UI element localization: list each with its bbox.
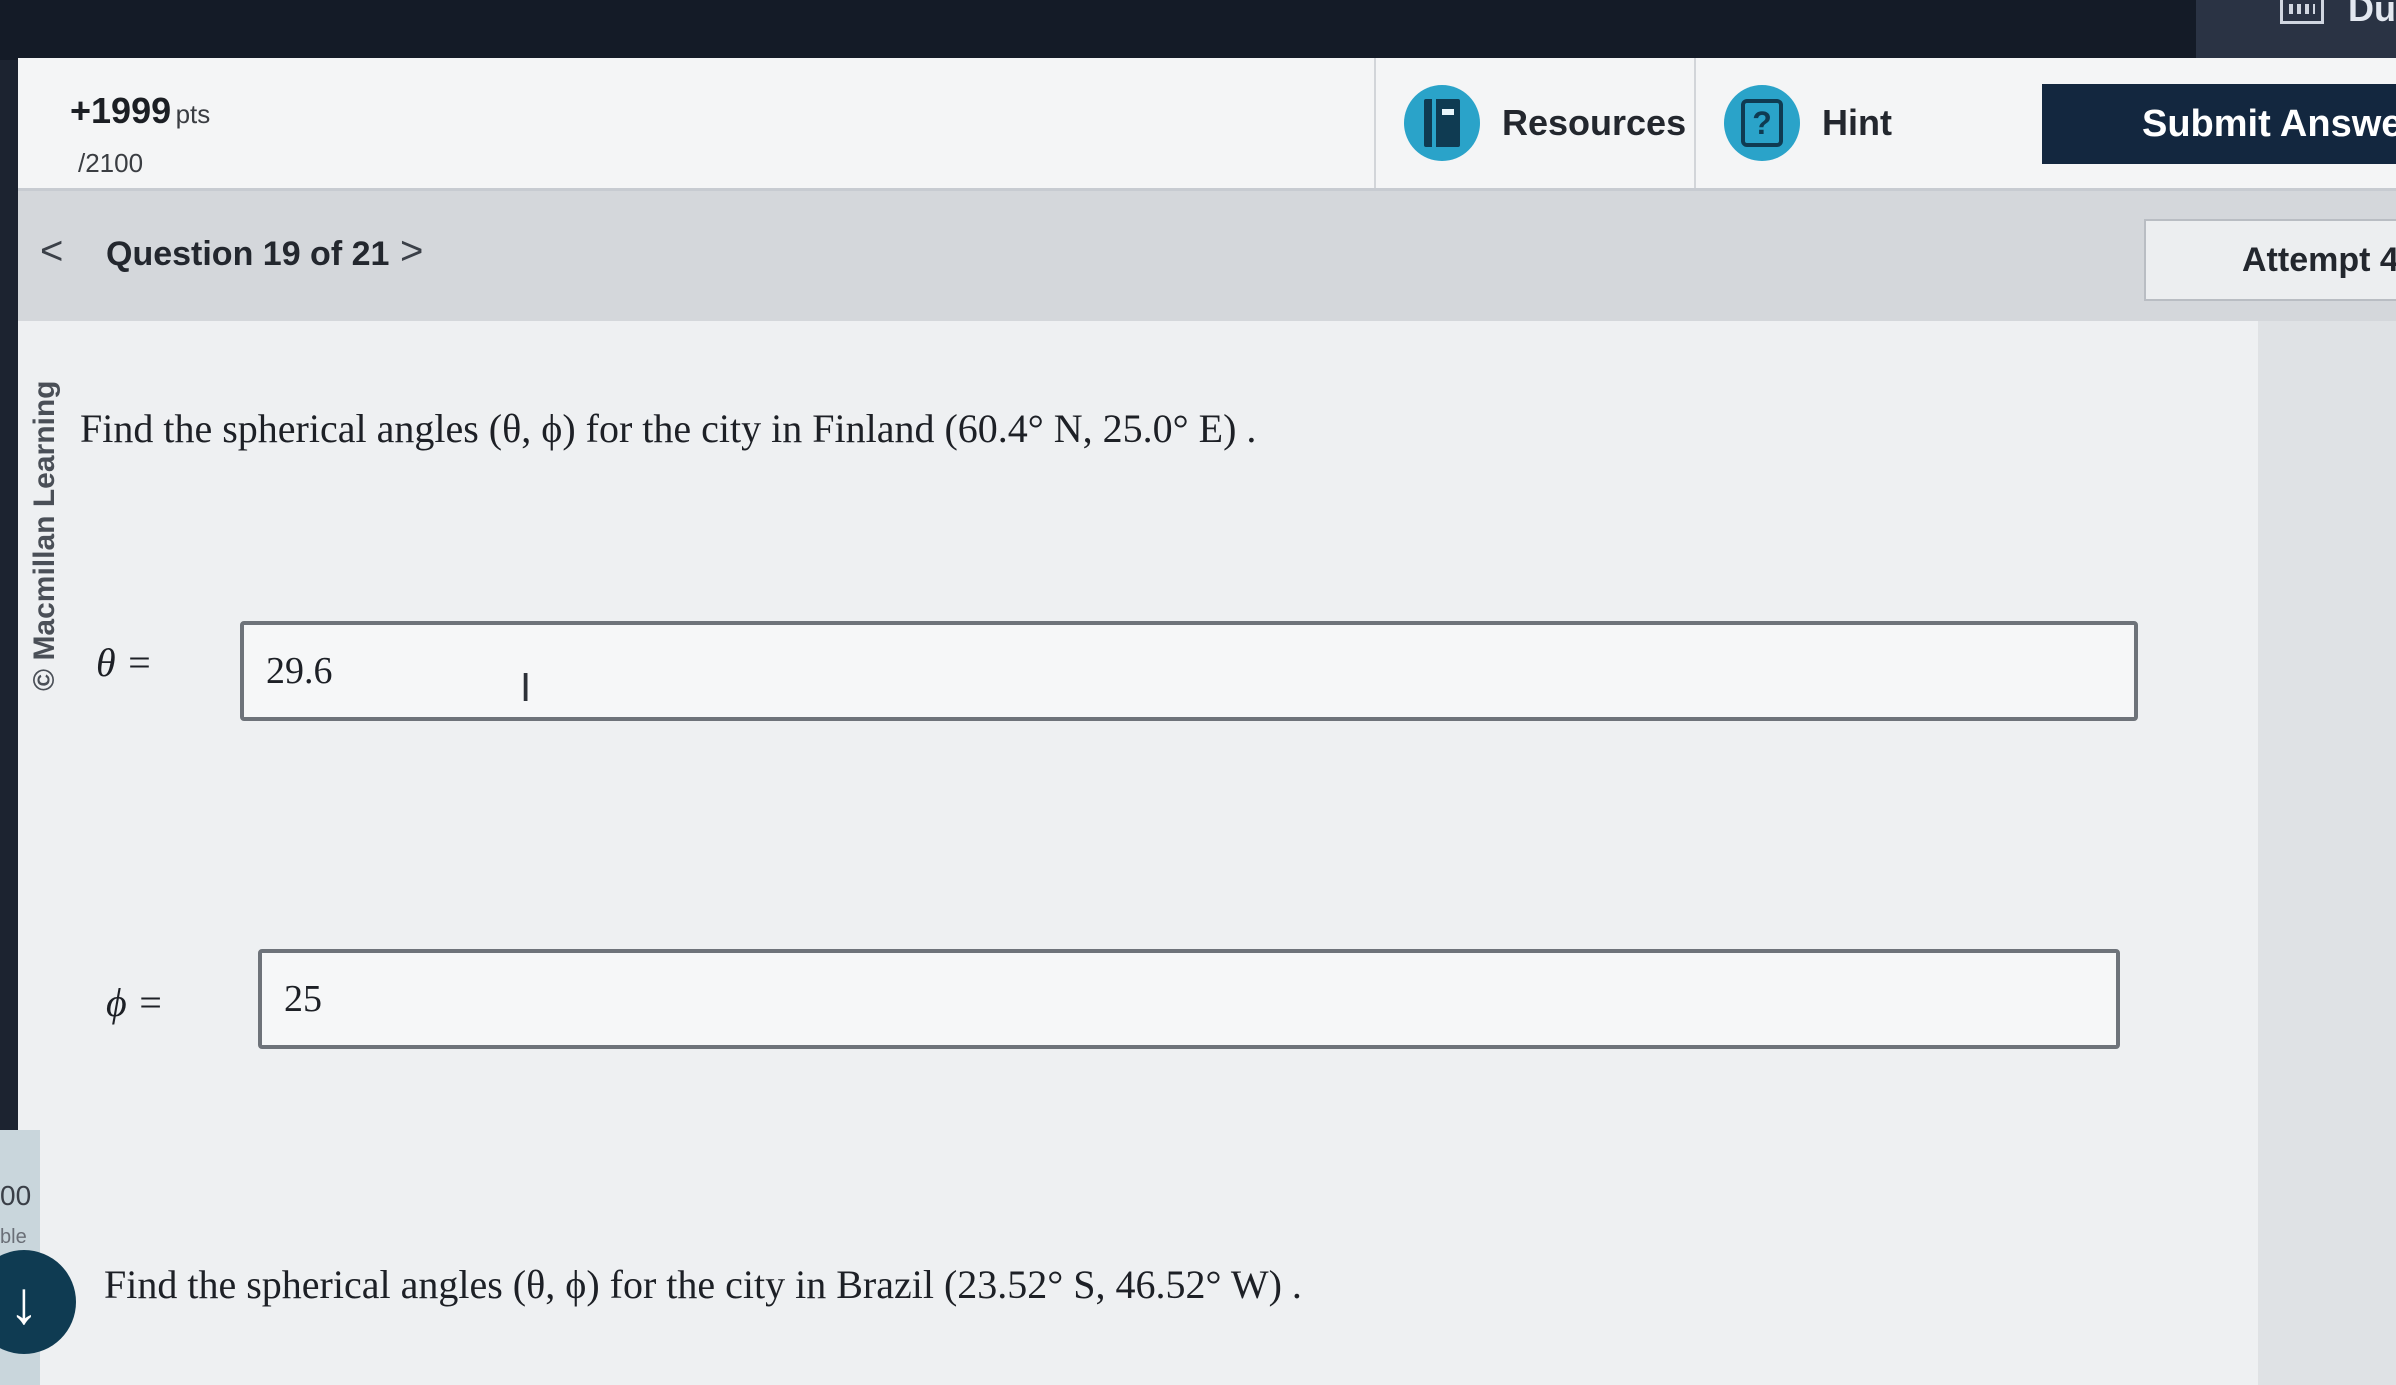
left-edge-sub: ble [0,1226,27,1248]
points-value: +1999 [70,90,172,131]
question-box-icon: ? [1724,85,1800,161]
header-bar: +1999 pts /2100 Resources ? Hint Submit … [18,58,2396,191]
question-content: © Macmillan Learning Find the spherical … [18,321,2258,1385]
right-gutter [2258,321,2396,1385]
resources-label: Resources [1502,102,1687,143]
book-icon [1404,85,1480,161]
points-display: +1999 pts [70,90,210,132]
question-2-text: Find the spherical angles (θ, ϕ) for the… [104,1262,1302,1307]
question-nav-bar: < Question 19 of 21 > Attempt 4 [18,191,2396,321]
phi-input[interactable]: 25 [258,949,2120,1049]
hint-label: Hint [1822,102,1892,143]
top-strip [0,0,2396,60]
hint-button[interactable]: ? Hint [1694,58,1984,188]
points-total: /2100 [78,148,144,178]
question-counter[interactable]: Question 19 of 21 [106,235,389,274]
left-edge-number: 00 [0,1180,32,1211]
text-cursor-icon: I [520,666,532,710]
resources-button[interactable]: Resources [1374,58,1694,188]
top-right-label[interactable]: Du [2348,0,2396,30]
chevron-right-icon[interactable]: > [400,229,423,274]
assignment-panel: +1999 pts /2100 Resources ? Hint Submit … [18,58,2396,1385]
phi-label: ϕ = [106,980,164,1025]
theta-label: θ = [96,640,153,685]
submit-answer-button[interactable]: Submit Answer [2042,84,2396,164]
attempt-button[interactable]: Attempt 4 [2144,219,2396,301]
chevron-left-icon[interactable]: < [40,229,63,274]
calendar-icon[interactable] [2280,0,2324,24]
points-unit: pts [175,99,211,129]
copyright-label: © Macmillan Learning [28,380,61,691]
question-1-text: Find the spherical angles (θ, ϕ) for the… [80,406,1257,451]
top-right-toolbar[interactable]: Du [2196,0,2396,58]
screen: Du +1999 pts /2100 Resources ? Hint Subm… [0,0,2396,1385]
